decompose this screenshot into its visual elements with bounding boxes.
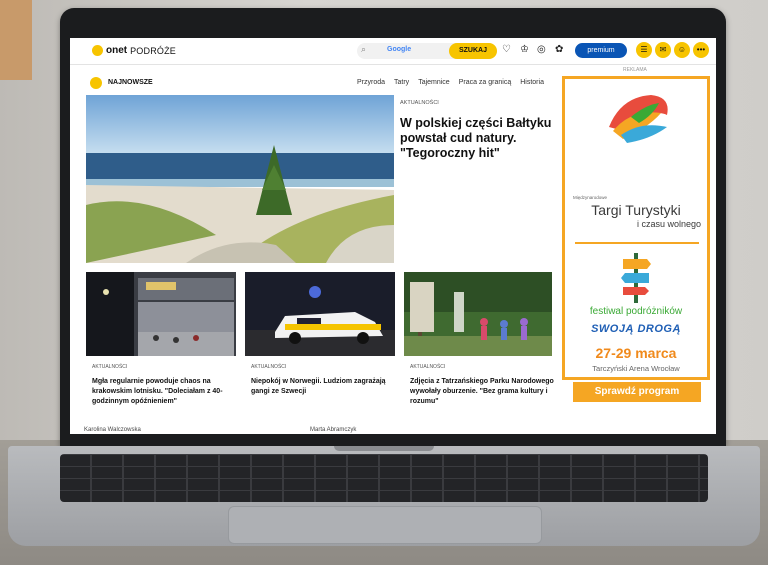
search-button[interactable]: SZUKAJ [449, 43, 497, 59]
ad-dates: 27-29 marca [595, 345, 677, 361]
author-name[interactable]: Karolina Walczowska [84, 427, 141, 433]
search-bar[interactable]: ⌕ Google SZUKAJ [357, 43, 497, 59]
section-dot-icon [90, 77, 102, 89]
trackpad [228, 506, 542, 544]
ad-swoja-droga: SWOJĄ DROGĄ [591, 323, 681, 335]
nav-item[interactable]: Tatry [394, 79, 409, 86]
festival-logo-icon [609, 95, 668, 143]
logo-brand: onet [106, 45, 128, 56]
signpost-icon [621, 253, 651, 303]
laptop-notch [334, 446, 434, 451]
mail-icon[interactable]: ✉ [655, 42, 671, 58]
user-icon[interactable]: ☺ [674, 42, 690, 58]
logo-section: PODRÓŻE [130, 45, 177, 56]
card-title[interactable]: Mgła regularnie powoduje chaos na krakow… [92, 377, 242, 407]
hero-image[interactable] [86, 95, 394, 263]
ad-small-line: Międzynarodowe [573, 195, 608, 200]
ad-program-button[interactable]: Sprawdź program [573, 382, 701, 402]
ad-banner[interactable]: Międzynarodowe Targi Turystyki i czasu w… [562, 76, 710, 402]
nav-item[interactable]: Przyroda [357, 79, 385, 86]
search-icon: ⌕ [361, 44, 367, 54]
ad-divider [575, 242, 699, 244]
card-category: AKTUALNOŚCI [92, 364, 128, 370]
card-category: AKTUALNOŚCI [410, 364, 446, 370]
card-image-airport[interactable] [86, 272, 236, 356]
target-icon[interactable]: ◎ [537, 44, 546, 56]
hero-title[interactable]: W polskiej części Bałtyku powstał cud na… [400, 116, 560, 161]
ad-targi-sub: i czasu wolnego [636, 219, 701, 229]
site-logo[interactable]: onet PODRÓŻE [92, 45, 176, 56]
heart-icon[interactable]: ♡ [502, 44, 511, 56]
card-image-tatra[interactable] [404, 272, 552, 356]
card-title[interactable]: Zdjęcia z Tatrzańskiego Parku Narodowego… [410, 377, 560, 407]
more-icon[interactable]: ••• [693, 42, 709, 58]
search-powered: Google [387, 46, 412, 53]
trophy-icon[interactable]: ♔ [520, 44, 529, 56]
card-title[interactable]: Niepokój w Norwegii. Ludziom zagrażają g… [251, 377, 401, 397]
nav-item[interactable]: Praca za granicą [459, 79, 512, 86]
gift-icon[interactable]: ✿ [555, 44, 563, 56]
section-nav: Przyroda Tatry Tajemnice Praca za granic… [357, 79, 544, 86]
section-title: NAJNOWSZE [108, 79, 153, 86]
nav-item[interactable]: Historia [520, 79, 544, 86]
ad-label: REKLAMA [623, 67, 647, 73]
nav-item[interactable]: Tajemnice [418, 79, 450, 86]
keyboard [60, 454, 708, 502]
card-image-police[interactable] [245, 272, 395, 356]
menu-icon[interactable]: ☰ [636, 42, 652, 58]
premium-button[interactable]: premium [575, 43, 627, 58]
site-header: onet PODRÓŻE ⌕ Google SZUKAJ ♡ ♔ ◎ ✿ pre… [70, 38, 716, 65]
laptop-base [8, 446, 760, 546]
hero-category: AKTUALNOŚCI [400, 100, 439, 106]
ad-venue: Tarczyński Arena Wrocław [592, 364, 680, 373]
author-name[interactable]: Marta Abramczyk [310, 427, 356, 433]
logo-dot-icon [92, 45, 103, 56]
ad-targi: Targi Turystyki [591, 202, 681, 218]
background-box [0, 0, 32, 80]
browser-screen: onet PODRÓŻE ⌕ Google SZUKAJ ♡ ♔ ◎ ✿ pre… [70, 38, 716, 434]
card-category: AKTUALNOŚCI [251, 364, 287, 370]
ad-festival: festiwal podróżników [589, 306, 683, 317]
